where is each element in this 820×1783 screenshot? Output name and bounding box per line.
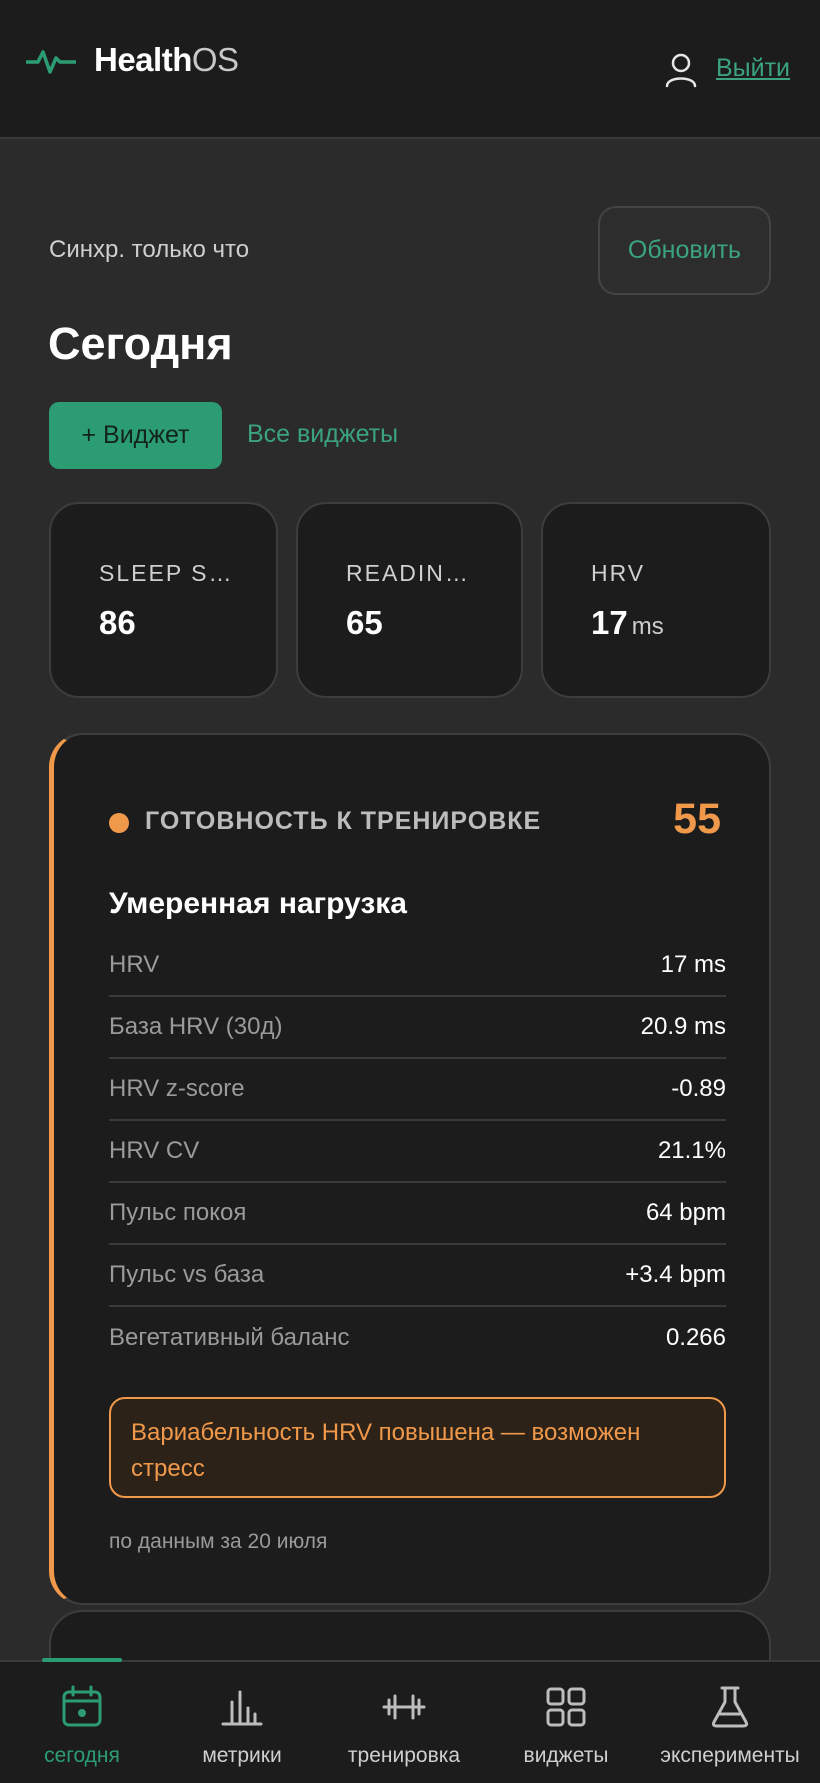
nav-tab-label: тренировка	[347, 1744, 461, 1767]
readiness-card[interactable]: ГОТОВНОСТЬ К ТРЕНИРОВКЕ 55 Умеренная наг…	[49, 733, 771, 1605]
nav-tab-metrics[interactable]: метрики	[160, 1662, 324, 1783]
nav-tab-label: эксперименты	[660, 1744, 800, 1767]
metric-row-key: База HRV (30д)	[109, 1013, 283, 1040]
metric-row-key: HRV	[109, 951, 160, 978]
metric-row-value: +3.4 bpm	[625, 1261, 726, 1288]
metric-tile-value: 65	[346, 604, 383, 642]
metric-row-key: HRV z-score	[109, 1075, 245, 1102]
metric-row-value: 20.9 ms	[640, 1013, 726, 1040]
dumbbell-icon	[382, 1694, 426, 1720]
nav-tab-label: виджеты	[523, 1744, 609, 1767]
metric-tile-number: 17	[591, 604, 628, 641]
app-title-light: OS	[191, 41, 239, 78]
metric-row: База HRV (30д) 20.9 ms	[109, 997, 726, 1059]
readiness-footnote: по данным за 20 июля	[109, 1530, 328, 1553]
metric-row-value: -0.89	[671, 1075, 726, 1102]
metric-row: Вегетативный баланс 0.266	[109, 1307, 726, 1369]
readiness-status-dot	[109, 813, 129, 833]
metric-row-key: Вегетативный баланс	[109, 1324, 350, 1351]
metric-tile-value: 17 ms	[591, 604, 664, 642]
metric-row-key: Пульс покоя	[109, 1199, 247, 1226]
metric-row-value: 17 ms	[660, 951, 726, 978]
grid-icon	[546, 1687, 586, 1727]
metric-tile-label: SLEEP S…	[99, 560, 234, 586]
readiness-score: 55	[673, 795, 721, 843]
readiness-title: ГОТОВНОСТЬ К ТРЕНИРОВКЕ	[145, 807, 542, 835]
app-title-bold: Health	[94, 41, 192, 78]
metric-tile-label: READIN…	[346, 560, 470, 586]
add-widget-button[interactable]: + Виджет	[49, 402, 222, 469]
bar-chart-icon	[221, 1690, 263, 1726]
flask-icon	[711, 1686, 749, 1728]
metric-row: Пульс покоя 64 bpm	[109, 1183, 726, 1245]
nav-tab-label: метрики	[202, 1744, 282, 1767]
metric-tile-readiness[interactable]: READIN… 65	[296, 502, 523, 698]
nav-tab-today[interactable]: сегодня	[0, 1662, 164, 1783]
metric-row-key: HRV CV	[109, 1137, 200, 1164]
bottom-nav: сегодня метрики тренировка виджеты экспе…	[0, 1658, 820, 1783]
metric-tile-number: 65	[346, 604, 383, 641]
refresh-button[interactable]: Обновить	[598, 206, 771, 295]
metric-tile-number: 86	[99, 604, 136, 641]
metric-row: HRV 17 ms	[109, 935, 726, 997]
metric-row-value: 21.1%	[657, 1137, 726, 1164]
all-widgets-link[interactable]: Все виджеты	[247, 420, 398, 449]
nav-tab-experiments[interactable]: эксперименты	[648, 1662, 812, 1783]
sync-status: Синхр. только что	[49, 236, 250, 263]
metric-row-value: 64 bpm	[645, 1199, 726, 1226]
metric-tile-label: HRV	[591, 560, 646, 586]
metric-tile-hrv[interactable]: HRV 17 ms	[541, 502, 771, 698]
metric-row-value: 0.266	[665, 1324, 726, 1351]
readiness-metrics-list: HRV 17 ms База HRV (30д) 20.9 ms HRV z-sco…	[109, 935, 726, 1369]
nav-tab-widgets[interactable]: виджеты	[484, 1662, 648, 1783]
nav-tab-workout[interactable]: тренировка	[322, 1662, 486, 1783]
page-title: Сегодня	[48, 318, 233, 369]
app-title: HealthOS	[94, 41, 239, 79]
metric-row-key: Пульс vs база	[109, 1261, 265, 1288]
metric-row: HRV z-score -0.89	[109, 1059, 726, 1121]
user-icon[interactable]	[664, 52, 698, 88]
readiness-subtitle: Умеренная нагрузка	[109, 887, 407, 920]
stress-alert: Вариабельность HRV повышена — возможен с…	[109, 1397, 726, 1498]
logout-link[interactable]: Выйти	[716, 54, 790, 83]
nav-tab-label: сегодня	[44, 1744, 120, 1767]
metric-row: Пульс vs база +3.4 bpm	[109, 1245, 726, 1307]
metric-row: HRV CV 21.1%	[109, 1121, 726, 1183]
app-header: HealthOS Выйти	[0, 0, 820, 139]
metric-tile-value: 86	[99, 604, 136, 642]
app-logo[interactable]: HealthOS	[26, 40, 239, 80]
pulse-icon	[26, 50, 76, 74]
calendar-icon	[62, 1685, 102, 1727]
metric-tile-sleep[interactable]: SLEEP S… 86	[49, 502, 278, 698]
metric-tile-unit: ms	[631, 613, 664, 640]
